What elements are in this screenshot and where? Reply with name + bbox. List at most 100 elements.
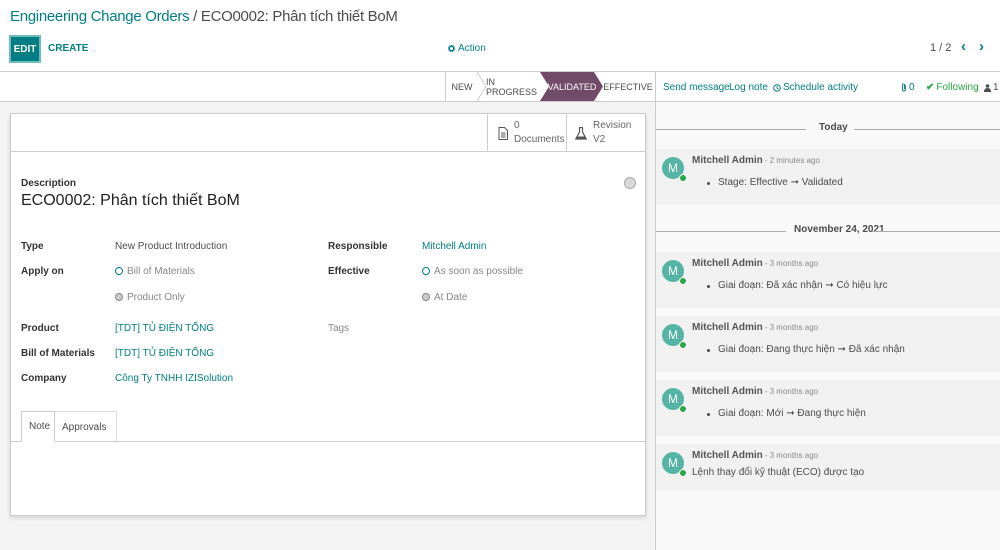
revision-smart-button[interactable]: Revision V2 [566,114,645,152]
separator-line [872,231,1000,232]
message-body: Giai đoạn: Đang thực hiện ➞ Đã xác nhận [707,344,905,355]
create-button[interactable]: CREATE [48,43,88,54]
clock-icon [773,83,781,92]
avatar[interactable]: M [662,452,687,477]
online-status-icon [679,277,687,285]
avatar[interactable]: M [662,324,687,349]
message-author[interactable]: Mitchell Admin [692,155,763,166]
following-button[interactable]: ✔ Following [926,82,979,93]
message-body: Giai đoạn: Mới ➞ Đang thực hiện [707,408,866,419]
form-sheet: 0 Documents Revision V2 Description ECO0… [10,113,646,516]
online-status-icon [679,341,687,349]
tab-note[interactable]: Note [21,411,55,442]
action-menu-button[interactable]: Action [448,43,486,54]
company-label: Company [21,373,67,384]
chatter-topbar: Send message Log note Schedule activity … [656,72,1000,102]
send-message-button[interactable]: Send message [663,82,730,93]
bom-field[interactable]: [TDT] TỦ ĐIỆN TỔNG [115,348,214,359]
effective-option-asap[interactable]: As soon as possible [422,266,523,277]
apply-on-option-bom[interactable]: Bill of Materials [115,266,195,277]
avatar-initial: M [668,328,678,342]
date-separator-label: Today [819,122,848,133]
stage-validated[interactable]: VALIDATED [547,72,597,101]
followers-button[interactable]: 1 [984,82,999,93]
message-author-line: Mitchell Admin - 3 months ago [692,450,818,461]
message-body: Giai đoạn: Đã xác nhận ➞ Có hiệu lực [707,280,888,291]
message-item: M Mitchell Admin - 3 months ago Giai đoạn… [656,252,1000,308]
bom-label: Bill of Materials [21,348,95,359]
breadcrumb-separator: / [189,8,201,25]
message-item: M Mitchell Admin - 2 minutes ago Stage: E… [656,149,1000,205]
product-label: Product [21,323,59,334]
radio-icon [115,293,123,301]
online-status-icon [679,174,687,182]
apply-on-option-product[interactable]: Product Only [115,292,185,303]
bullet-icon [707,182,710,185]
product-field[interactable]: [TDT] TỦ ĐIỆN TỔNG [115,323,214,334]
stage-in-progress[interactable]: IN PROGRESS [486,72,541,101]
message-time: - 3 months ago [764,259,819,268]
message-author-line: Mitchell Admin - 3 months ago [692,322,818,333]
avatar[interactable]: M [662,388,687,413]
message-body: Stage: Effective ➞ Validated [707,177,843,188]
paperclip-icon [902,83,906,92]
message-item: M Mitchell Admin - 3 months ago Giai đoạn… [656,380,1000,436]
type-label: Type [21,241,44,252]
radio-icon [422,293,430,301]
message-body: Lệnh thay đổi kỹ thuật (ECO) được tạo [692,467,865,478]
online-status-icon [679,405,687,413]
gear-icon [448,45,455,52]
company-field[interactable]: Công Ty TNHH IZISolution [115,373,233,384]
followers-count: 1 [993,82,999,93]
schedule-activity-button[interactable]: Schedule activity [773,82,858,93]
type-field[interactable]: New Product Introduction [115,241,227,252]
effective-option-at-date[interactable]: At Date [422,292,467,303]
effective-option-label: As soon as possible [434,266,523,277]
separator-line [854,129,1000,130]
schedule-activity-label: Schedule activity [783,82,859,93]
responsible-field[interactable]: Mitchell Admin [422,241,486,252]
avatar-initial: M [668,456,678,470]
pager-previous-icon[interactable]: ‹ [961,38,966,55]
stage-effective[interactable]: EFFECTIVE [603,72,653,101]
log-note-button[interactable]: Log note [729,82,768,93]
pager-value[interactable]: 1 / 2 [930,42,951,54]
tab-approvals[interactable]: Approvals [55,411,117,442]
pager-next-icon[interactable]: › [979,38,984,55]
avatar-initial: M [668,264,678,278]
revision-value: V2 [593,134,606,145]
avatar[interactable]: M [662,157,687,182]
statusbar: NEW IN PROGRESS VALIDATED EFFECTIVE [0,72,655,102]
effective-label: Effective [328,266,370,277]
avatar[interactable]: M [662,260,687,285]
documents-smart-button[interactable]: 0 Documents [487,114,566,152]
message-time: - 2 minutes ago [764,156,820,165]
date-separator-label: November 24, 2021 [794,224,885,235]
kanban-state-icon[interactable] [624,177,636,189]
breadcrumb: Engineering Change Orders / ECO0002: Phâ… [10,8,398,25]
message-text: Giai đoạn: Đang thực hiện ➞ Đã xác nhận [718,344,905,355]
message-author[interactable]: Mitchell Admin [692,258,763,269]
message-author-line: Mitchell Admin - 2 minutes ago [692,155,820,166]
apply-on-label: Apply on [21,266,64,277]
documents-label: Documents [514,134,565,145]
message-time: - 3 months ago [764,387,819,396]
radio-icon [115,267,123,275]
check-icon: ✔ [926,82,935,93]
file-icon [498,126,508,140]
message-author[interactable]: Mitchell Admin [692,322,763,333]
control-panel: Engineering Change Orders / ECO0002: Phâ… [0,0,1000,72]
message-author[interactable]: Mitchell Admin [692,450,763,461]
stage-new[interactable]: NEW [446,72,478,101]
breadcrumb-current: ECO0002: Phân tích thiết BoM [200,8,398,25]
breadcrumb-parent-link[interactable]: Engineering Change Orders [10,8,190,25]
edit-button[interactable]: EDIT [9,35,41,63]
bullet-icon [707,285,710,288]
documents-count: 0 [514,120,520,131]
attachments-button[interactable]: 0 [901,82,915,93]
record-title[interactable]: ECO0002: Phân tích thiết BoM [21,192,240,210]
date-separator-today: Today [656,122,1000,136]
message-author[interactable]: Mitchell Admin [692,386,763,397]
online-status-icon [679,469,687,477]
message-item: M Mitchell Admin - 3 months ago Lệnh thay… [656,444,1000,490]
